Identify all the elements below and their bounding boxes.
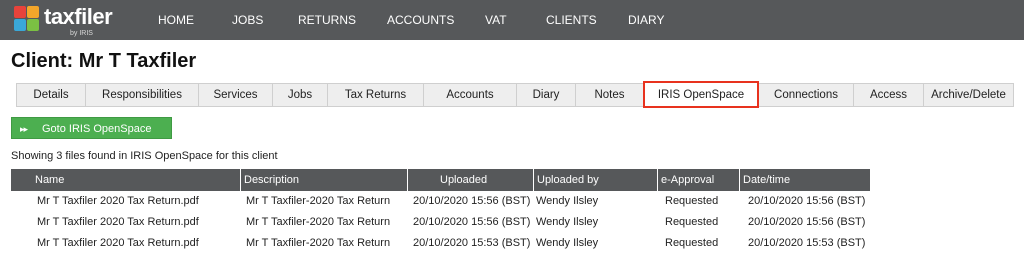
cell-description: Mr T Taxfiler-2020 Tax Return bbox=[246, 237, 391, 249]
cell-date-time: 20/10/2020 15:56 (BST) bbox=[748, 195, 866, 207]
nav-diary[interactable]: DIARY bbox=[628, 0, 664, 40]
cell-name[interactable]: Mr T Taxfiler 2020 Tax Return.pdf bbox=[11, 212, 241, 233]
logo-subtext: by IRIS bbox=[70, 30, 93, 37]
cell-description: Mr T Taxfiler-2020 Tax Return bbox=[246, 195, 391, 207]
cell-name[interactable]: Mr T Taxfiler 2020 Tax Return.pdf bbox=[11, 191, 241, 212]
cell-e-approval: Requested bbox=[665, 237, 719, 249]
cell-uploaded: 20/10/2020 15:56 (BST) bbox=[413, 216, 531, 228]
cell-e-approval: Requested bbox=[665, 216, 719, 228]
tab-responsibilities[interactable]: Responsibilities bbox=[86, 83, 199, 107]
goto-iris-openspace-button[interactable]: ▸▸ Goto IRIS OpenSpace bbox=[11, 117, 172, 139]
tab-notes[interactable]: Notes bbox=[576, 83, 644, 107]
nav-jobs[interactable]: JOBS bbox=[232, 0, 263, 40]
column-header-e-approval[interactable]: e-Approval bbox=[658, 169, 740, 191]
logo-mark-icon bbox=[14, 6, 40, 32]
cell-e-approval: Requested bbox=[665, 195, 719, 207]
cell-uploaded-by: Wendy Ilsley bbox=[536, 237, 599, 249]
tab-details[interactable]: Details bbox=[16, 83, 86, 107]
table-header: Name Description Uploaded Uploaded by e-… bbox=[11, 169, 870, 191]
cell-uploaded: 20/10/2020 15:56 (BST) bbox=[413, 195, 531, 207]
tab-archive-delete[interactable]: Archive/Delete bbox=[924, 83, 1014, 107]
page-title: Client: Mr T Taxfiler bbox=[11, 50, 197, 72]
client-tabs: Details Responsibilities Services Jobs T… bbox=[16, 81, 1014, 108]
column-header-date-time[interactable]: Date/time bbox=[740, 169, 870, 191]
forward-icon: ▸▸ bbox=[20, 124, 28, 134]
cell-uploaded-by: Wendy Ilsley bbox=[536, 216, 599, 228]
goto-button-label: Goto IRIS OpenSpace bbox=[42, 123, 152, 135]
tab-connections[interactable]: Connections bbox=[759, 83, 854, 107]
taxfiler-logo[interactable]: taxfiler by IRIS bbox=[14, 4, 134, 38]
cell-uploaded: 20/10/2020 15:53 (BST) bbox=[413, 237, 531, 249]
files-summary-text: Showing 3 files found in IRIS OpenSpace … bbox=[11, 150, 278, 162]
logo-text: taxfiler bbox=[44, 4, 113, 29]
tab-diary[interactable]: Diary bbox=[517, 83, 576, 107]
cell-date-time: 20/10/2020 15:53 (BST) bbox=[748, 237, 866, 249]
cell-date-time: 20/10/2020 15:56 (BST) bbox=[748, 216, 866, 228]
table-row[interactable]: Mr T Taxfiler 2020 Tax Return.pdf Mr T T… bbox=[11, 233, 870, 254]
tab-access[interactable]: Access bbox=[854, 83, 924, 107]
column-header-name[interactable]: Name bbox=[11, 169, 241, 191]
files-table: Name Description Uploaded Uploaded by e-… bbox=[11, 169, 870, 254]
nav-clients[interactable]: CLIENTS bbox=[546, 0, 597, 40]
tab-tax-returns[interactable]: Tax Returns bbox=[328, 83, 424, 107]
tab-services[interactable]: Services bbox=[199, 83, 273, 107]
nav-vat[interactable]: VAT bbox=[485, 0, 507, 40]
tab-accounts[interactable]: Accounts bbox=[424, 83, 517, 107]
table-row[interactable]: Mr T Taxfiler 2020 Tax Return.pdf Mr T T… bbox=[11, 212, 870, 233]
column-header-description[interactable]: Description bbox=[241, 169, 408, 191]
cell-uploaded-by: Wendy Ilsley bbox=[536, 195, 599, 207]
nav-home[interactable]: HOME bbox=[158, 0, 194, 40]
nav-returns[interactable]: RETURNS bbox=[298, 0, 356, 40]
column-header-uploaded-by[interactable]: Uploaded by bbox=[534, 169, 658, 191]
tab-jobs[interactable]: Jobs bbox=[273, 83, 328, 107]
nav-accounts[interactable]: ACCOUNTS bbox=[387, 0, 454, 40]
top-nav-bar: taxfiler by IRIS HOME JOBS RETURNS ACCOU… bbox=[0, 0, 1024, 40]
column-header-uploaded[interactable]: Uploaded bbox=[408, 169, 534, 191]
table-row[interactable]: Mr T Taxfiler 2020 Tax Return.pdf Mr T T… bbox=[11, 191, 870, 212]
cell-name[interactable]: Mr T Taxfiler 2020 Tax Return.pdf bbox=[11, 233, 241, 254]
cell-description: Mr T Taxfiler-2020 Tax Return bbox=[246, 216, 391, 228]
tab-iris-openspace[interactable]: IRIS OpenSpace bbox=[643, 81, 759, 108]
